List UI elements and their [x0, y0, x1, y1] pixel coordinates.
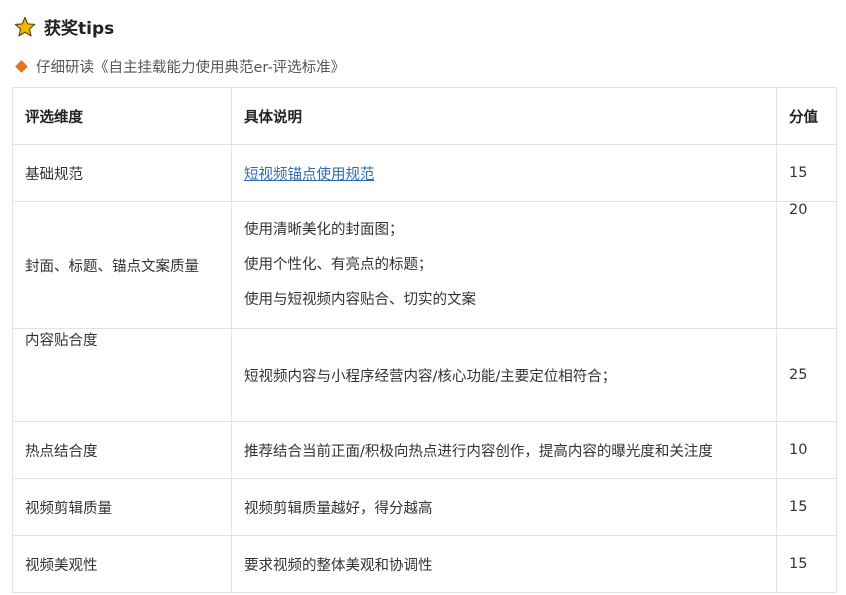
- description-line: 使用清晰美化的封面图；: [244, 221, 404, 238]
- column-header-score: 分值: [776, 87, 837, 145]
- table-row: 内容贴合度 短视频内容与小程序经营内容/核心功能/主要定位相符合； 25: [12, 328, 837, 422]
- score-cell: 25: [776, 328, 837, 422]
- anchor-guidelines-link[interactable]: 短视频锚点使用规范: [244, 167, 375, 183]
- dimension-cell: 基础规范: [12, 144, 232, 202]
- dimension-cell: 热点结合度: [12, 421, 232, 479]
- score-cell: 10: [776, 421, 837, 479]
- description-line: 使用与短视频内容贴合、切实的文案: [244, 291, 476, 308]
- description-cell: 短视频内容与小程序经营内容/核心功能/主要定位相符合；: [231, 328, 777, 422]
- table-row: 视频剪辑质量 视频剪辑质量越好，得分越高 15: [12, 478, 837, 536]
- dimension-cell: 内容贴合度: [12, 328, 232, 422]
- page-title: 获奖tips: [44, 19, 115, 39]
- score-cell: 15: [776, 144, 837, 202]
- dimension-cell: 封面、标题、锚点文案质量: [12, 201, 232, 329]
- score-cell: 15: [776, 535, 837, 593]
- score-cell: 15: [776, 478, 837, 536]
- table-row: 视频美观性 要求视频的整体美观和协调性 15: [12, 535, 837, 593]
- table-header-row: 评选维度 具体说明 分值: [12, 87, 837, 145]
- table-row: 封面、标题、锚点文案质量 使用清晰美化的封面图； 使用个性化、有亮点的标题； 使…: [12, 201, 837, 329]
- subtitle: 仔细研读《自主挂载能力使用典范er-评选标准》: [36, 60, 346, 76]
- header-title-row: 获奖tips: [14, 14, 114, 39]
- diamond-bullet-icon: [15, 60, 28, 73]
- column-header-dimension: 评选维度: [12, 87, 232, 145]
- description-line: 使用个性化、有亮点的标题；: [244, 256, 433, 273]
- column-header-description: 具体说明: [231, 87, 777, 145]
- star-icon: [14, 16, 36, 36]
- table-row: 基础规范 短视频锚点使用规范 15: [12, 144, 837, 202]
- subtitle-row: 仔细研读《自主挂载能力使用典范er-评选标准》: [14, 56, 345, 77]
- description-cell: 视频剪辑质量越好，得分越高: [231, 478, 777, 536]
- description-cell: 短视频锚点使用规范: [231, 144, 777, 202]
- dimension-cell: 视频剪辑质量: [12, 478, 232, 536]
- description-cell: 推荐结合当前正面/积极向热点进行内容创作，提高内容的曝光度和关注度: [231, 421, 777, 479]
- description-cell: 要求视频的整体美观和协调性: [231, 535, 777, 593]
- table-row: 热点结合度 推荐结合当前正面/积极向热点进行内容创作，提高内容的曝光度和关注度 …: [12, 421, 837, 479]
- criteria-table: 评选维度 具体说明 分值 基础规范 短视频锚点使用规范 15 封面、标题、锚点文…: [12, 87, 837, 593]
- description-cell: 使用清晰美化的封面图； 使用个性化、有亮点的标题； 使用与短视频内容贴合、切实的…: [231, 201, 777, 329]
- dimension-cell: 视频美观性: [12, 535, 232, 593]
- score-cell: 20: [776, 201, 837, 329]
